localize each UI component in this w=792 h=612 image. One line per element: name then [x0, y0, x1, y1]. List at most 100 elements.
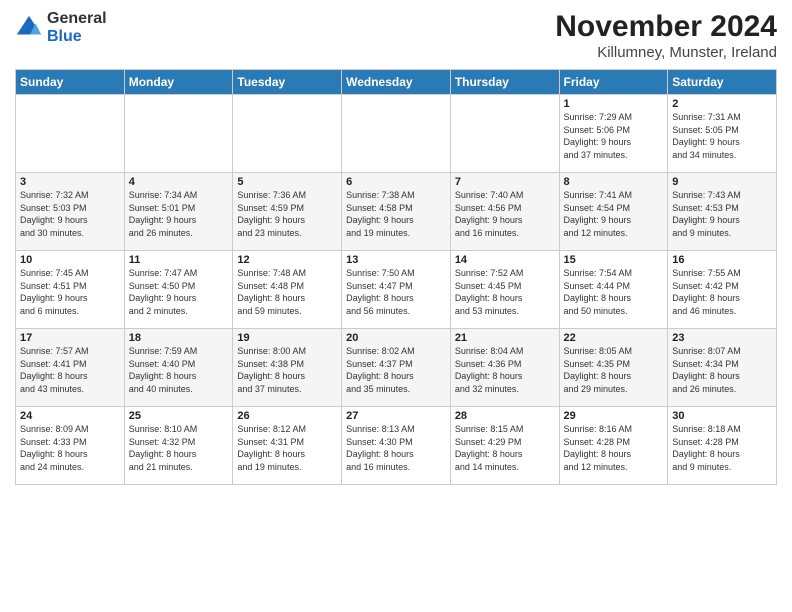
day-number: 27	[346, 410, 446, 422]
day-number: 16	[672, 254, 772, 266]
day-cell: 16Sunrise: 7:55 AM Sunset: 4:42 PM Dayli…	[668, 251, 777, 329]
day-cell: 26Sunrise: 8:12 AM Sunset: 4:31 PM Dayli…	[233, 407, 342, 485]
subtitle: Killumney, Munster, Ireland	[555, 44, 777, 61]
day-number: 22	[564, 332, 664, 344]
day-cell: 4Sunrise: 7:34 AM Sunset: 5:01 PM Daylig…	[124, 173, 233, 251]
logo: General Blue	[15, 10, 107, 45]
day-cell: 15Sunrise: 7:54 AM Sunset: 4:44 PM Dayli…	[559, 251, 668, 329]
day-cell: 28Sunrise: 8:15 AM Sunset: 4:29 PM Dayli…	[450, 407, 559, 485]
logo-icon	[15, 14, 43, 42]
day-number: 29	[564, 410, 664, 422]
day-info: Sunrise: 7:50 AM Sunset: 4:47 PM Dayligh…	[346, 267, 446, 317]
day-cell: 14Sunrise: 7:52 AM Sunset: 4:45 PM Dayli…	[450, 251, 559, 329]
day-cell	[342, 95, 451, 173]
week-row-2: 10Sunrise: 7:45 AM Sunset: 4:51 PM Dayli…	[16, 251, 777, 329]
day-info: Sunrise: 8:12 AM Sunset: 4:31 PM Dayligh…	[237, 423, 337, 473]
day-cell: 2Sunrise: 7:31 AM Sunset: 5:05 PM Daylig…	[668, 95, 777, 173]
day-cell: 6Sunrise: 7:38 AM Sunset: 4:58 PM Daylig…	[342, 173, 451, 251]
day-cell	[233, 95, 342, 173]
day-info: Sunrise: 7:32 AM Sunset: 5:03 PM Dayligh…	[20, 189, 120, 239]
day-number: 30	[672, 410, 772, 422]
header-wednesday: Wednesday	[342, 70, 451, 95]
day-number: 13	[346, 254, 446, 266]
day-cell: 12Sunrise: 7:48 AM Sunset: 4:48 PM Dayli…	[233, 251, 342, 329]
day-cell: 17Sunrise: 7:57 AM Sunset: 4:41 PM Dayli…	[16, 329, 125, 407]
main-title: November 2024	[555, 10, 777, 44]
day-info: Sunrise: 7:47 AM Sunset: 4:50 PM Dayligh…	[129, 267, 229, 317]
day-info: Sunrise: 7:36 AM Sunset: 4:59 PM Dayligh…	[237, 189, 337, 239]
logo-general-text: General	[47, 10, 107, 28]
day-cell	[16, 95, 125, 173]
day-info: Sunrise: 7:45 AM Sunset: 4:51 PM Dayligh…	[20, 267, 120, 317]
day-number: 20	[346, 332, 446, 344]
day-cell: 5Sunrise: 7:36 AM Sunset: 4:59 PM Daylig…	[233, 173, 342, 251]
day-number: 7	[455, 176, 555, 188]
day-info: Sunrise: 8:10 AM Sunset: 4:32 PM Dayligh…	[129, 423, 229, 473]
day-number: 3	[20, 176, 120, 188]
day-cell: 30Sunrise: 8:18 AM Sunset: 4:28 PM Dayli…	[668, 407, 777, 485]
day-cell	[450, 95, 559, 173]
day-info: Sunrise: 7:38 AM Sunset: 4:58 PM Dayligh…	[346, 189, 446, 239]
day-info: Sunrise: 8:02 AM Sunset: 4:37 PM Dayligh…	[346, 345, 446, 395]
day-cell: 27Sunrise: 8:13 AM Sunset: 4:30 PM Dayli…	[342, 407, 451, 485]
day-number: 4	[129, 176, 229, 188]
day-info: Sunrise: 8:00 AM Sunset: 4:38 PM Dayligh…	[237, 345, 337, 395]
day-number: 28	[455, 410, 555, 422]
header-friday: Friday	[559, 70, 668, 95]
day-number: 17	[20, 332, 120, 344]
day-cell: 24Sunrise: 8:09 AM Sunset: 4:33 PM Dayli…	[16, 407, 125, 485]
day-cell: 18Sunrise: 7:59 AM Sunset: 4:40 PM Dayli…	[124, 329, 233, 407]
day-info: Sunrise: 7:43 AM Sunset: 4:53 PM Dayligh…	[672, 189, 772, 239]
day-info: Sunrise: 8:15 AM Sunset: 4:29 PM Dayligh…	[455, 423, 555, 473]
day-cell: 8Sunrise: 7:41 AM Sunset: 4:54 PM Daylig…	[559, 173, 668, 251]
day-info: Sunrise: 7:34 AM Sunset: 5:01 PM Dayligh…	[129, 189, 229, 239]
week-row-0: 1Sunrise: 7:29 AM Sunset: 5:06 PM Daylig…	[16, 95, 777, 173]
day-cell	[124, 95, 233, 173]
day-info: Sunrise: 8:16 AM Sunset: 4:28 PM Dayligh…	[564, 423, 664, 473]
day-cell: 3Sunrise: 7:32 AM Sunset: 5:03 PM Daylig…	[16, 173, 125, 251]
day-cell: 10Sunrise: 7:45 AM Sunset: 4:51 PM Dayli…	[16, 251, 125, 329]
day-info: Sunrise: 8:18 AM Sunset: 4:28 PM Dayligh…	[672, 423, 772, 473]
calendar-header: Sunday Monday Tuesday Wednesday Thursday…	[16, 70, 777, 95]
day-info: Sunrise: 8:13 AM Sunset: 4:30 PM Dayligh…	[346, 423, 446, 473]
day-number: 24	[20, 410, 120, 422]
header-row: Sunday Monday Tuesday Wednesday Thursday…	[16, 70, 777, 95]
day-cell: 20Sunrise: 8:02 AM Sunset: 4:37 PM Dayli…	[342, 329, 451, 407]
calendar-table: Sunday Monday Tuesday Wednesday Thursday…	[15, 69, 777, 485]
day-number: 12	[237, 254, 337, 266]
day-number: 26	[237, 410, 337, 422]
day-number: 10	[20, 254, 120, 266]
day-cell: 11Sunrise: 7:47 AM Sunset: 4:50 PM Dayli…	[124, 251, 233, 329]
day-cell: 25Sunrise: 8:10 AM Sunset: 4:32 PM Dayli…	[124, 407, 233, 485]
header-sunday: Sunday	[16, 70, 125, 95]
day-number: 8	[564, 176, 664, 188]
day-cell: 7Sunrise: 7:40 AM Sunset: 4:56 PM Daylig…	[450, 173, 559, 251]
header-thursday: Thursday	[450, 70, 559, 95]
day-number: 18	[129, 332, 229, 344]
day-cell: 29Sunrise: 8:16 AM Sunset: 4:28 PM Dayli…	[559, 407, 668, 485]
day-info: Sunrise: 7:55 AM Sunset: 4:42 PM Dayligh…	[672, 267, 772, 317]
day-number: 15	[564, 254, 664, 266]
week-row-3: 17Sunrise: 7:57 AM Sunset: 4:41 PM Dayli…	[16, 329, 777, 407]
day-number: 19	[237, 332, 337, 344]
logo-blue-text: Blue	[47, 28, 107, 46]
day-cell: 9Sunrise: 7:43 AM Sunset: 4:53 PM Daylig…	[668, 173, 777, 251]
day-cell: 19Sunrise: 8:00 AM Sunset: 4:38 PM Dayli…	[233, 329, 342, 407]
title-block: November 2024 Killumney, Munster, Irelan…	[555, 10, 777, 61]
week-row-4: 24Sunrise: 8:09 AM Sunset: 4:33 PM Dayli…	[16, 407, 777, 485]
day-cell: 1Sunrise: 7:29 AM Sunset: 5:06 PM Daylig…	[559, 95, 668, 173]
day-number: 25	[129, 410, 229, 422]
day-number: 1	[564, 98, 664, 110]
day-info: Sunrise: 7:59 AM Sunset: 4:40 PM Dayligh…	[129, 345, 229, 395]
day-info: Sunrise: 8:05 AM Sunset: 4:35 PM Dayligh…	[564, 345, 664, 395]
day-info: Sunrise: 7:48 AM Sunset: 4:48 PM Dayligh…	[237, 267, 337, 317]
day-info: Sunrise: 8:09 AM Sunset: 4:33 PM Dayligh…	[20, 423, 120, 473]
day-cell: 13Sunrise: 7:50 AM Sunset: 4:47 PM Dayli…	[342, 251, 451, 329]
day-info: Sunrise: 8:04 AM Sunset: 4:36 PM Dayligh…	[455, 345, 555, 395]
day-number: 5	[237, 176, 337, 188]
day-info: Sunrise: 7:31 AM Sunset: 5:05 PM Dayligh…	[672, 111, 772, 161]
day-number: 14	[455, 254, 555, 266]
day-cell: 23Sunrise: 8:07 AM Sunset: 4:34 PM Dayli…	[668, 329, 777, 407]
day-number: 2	[672, 98, 772, 110]
day-number: 23	[672, 332, 772, 344]
